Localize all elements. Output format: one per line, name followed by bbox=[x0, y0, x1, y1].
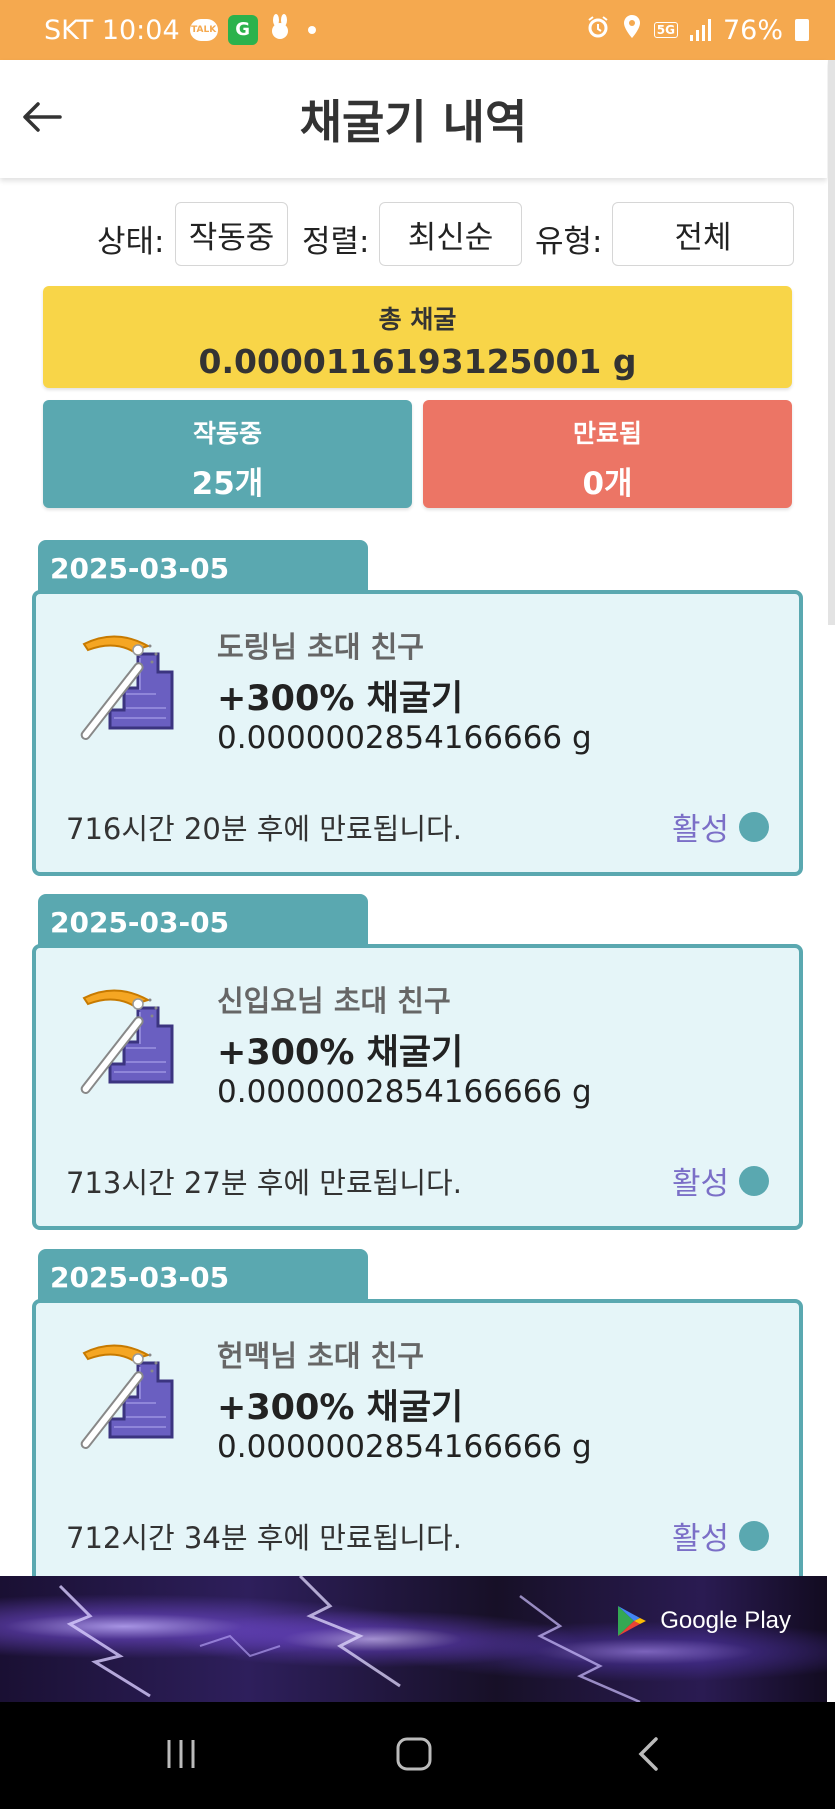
miner-name: +300% 채굴기 bbox=[217, 1388, 464, 1428]
miner-inviter: 헌맥님 초대 친구 bbox=[217, 1339, 424, 1373]
pickaxe-mine-icon bbox=[66, 1333, 186, 1453]
sort-filter-label: 정렬: bbox=[302, 224, 370, 260]
miner-card[interactable]: 신입요님 초대 친구 +300% 채굴기 0.0000002854166666 … bbox=[32, 944, 803, 1230]
status-dot-icon bbox=[739, 1520, 769, 1551]
pickaxe-mine-icon bbox=[66, 624, 186, 744]
filter-bar: 상태: 작동중 정렬: 최신순 유형: 전체 bbox=[0, 202, 827, 266]
signal-icon bbox=[689, 19, 711, 41]
status-filter-label: 상태: bbox=[97, 224, 165, 260]
battery-percent: 76% bbox=[722, 14, 783, 46]
miner-name: +300% 채굴기 bbox=[217, 679, 464, 719]
miner-expiry: 712시간 34분 후에 만료됩니다. bbox=[66, 1521, 462, 1555]
active-count-label: 작동중 bbox=[192, 419, 262, 448]
rabbit-icon bbox=[268, 14, 292, 46]
miner-status: 활성 bbox=[672, 804, 769, 849]
page-title: 채굴기 내역 bbox=[299, 95, 528, 149]
expired-count-box[interactable]: 만료됨 0개 bbox=[423, 400, 792, 508]
ad-banner[interactable]: Google Play bbox=[0, 1576, 827, 1702]
nav-back-icon[interactable] bbox=[636, 1736, 660, 1776]
home-icon[interactable] bbox=[395, 1736, 433, 1776]
miner-status-label: 활성 bbox=[671, 812, 729, 848]
miner-amount: 0.0000002854166666 g bbox=[217, 1074, 592, 1110]
pickaxe-mine-icon bbox=[66, 978, 186, 1098]
battery-icon bbox=[795, 19, 809, 41]
miner-amount: 0.0000002854166666 g bbox=[217, 720, 592, 756]
miner-name: +300% 채굴기 bbox=[217, 1033, 464, 1073]
miner-card[interactable]: 헌맥님 초대 친구 +300% 채굴기 0.0000002854166666 g… bbox=[32, 1299, 803, 1576]
notification-dot-icon bbox=[307, 26, 316, 34]
miner-inviter: 도링님 초대 친구 bbox=[217, 630, 424, 664]
recent-apps-icon[interactable] bbox=[163, 1736, 199, 1776]
miner-expiry: 716시간 20분 후에 만료됩니다. bbox=[66, 812, 462, 846]
status-dot-icon bbox=[739, 1165, 769, 1196]
scrollbar[interactable] bbox=[828, 60, 835, 625]
miner-status: 활성 bbox=[672, 1513, 769, 1558]
type-filter-label: 유형: bbox=[535, 224, 603, 260]
miner-card[interactable]: 도링님 초대 친구 +300% 채굴기 0.0000002854166666 g… bbox=[32, 590, 803, 876]
system-nav-bar bbox=[0, 1702, 835, 1809]
total-mining-box: 총 채굴 0.0000116193125001 g bbox=[43, 286, 792, 388]
sort-filter-select[interactable]: 최신순 bbox=[379, 202, 522, 266]
miner-status: 활성 bbox=[672, 1158, 769, 1203]
lightning-graphic bbox=[58, 1576, 641, 1702]
miner-item[interactable]: 2025-03-05 14:39:04 헌맥님 초대 친구 +300% 채굴기 … bbox=[32, 1249, 803, 1576]
total-mining-value: 0.0000116193125001 g bbox=[198, 342, 637, 381]
miner-status-label: 활성 bbox=[671, 1521, 729, 1557]
location-icon bbox=[622, 14, 642, 47]
network-5g-icon: 5G bbox=[653, 22, 678, 38]
miner-item[interactable]: 2025-03-05 18:25:03 도링님 초대 친구 +300% 채굴기 … bbox=[32, 540, 803, 876]
miner-inviter: 신입요님 초대 친구 bbox=[217, 984, 451, 1018]
google-play-icon bbox=[618, 1606, 647, 1636]
google-play-label: Google Play bbox=[660, 1607, 791, 1634]
kakaotalk-icon: TALK bbox=[189, 19, 218, 41]
miner-amount: 0.0000002854166666 g bbox=[217, 1429, 592, 1465]
miner-status-label: 활성 bbox=[671, 1166, 729, 1202]
status-carrier-time: SKT 10:04 bbox=[44, 14, 180, 46]
active-count-value: 25개 bbox=[191, 466, 264, 502]
miner-item[interactable]: 2025-03-05 15:31:49 신입요님 초대 친구 +300% 채굴기… bbox=[32, 894, 803, 1230]
expired-count-label: 만료됨 bbox=[572, 419, 642, 448]
status-dot-icon bbox=[739, 811, 769, 842]
status-bar: SKT 10:04 TALK G 5G 76% bbox=[0, 0, 835, 60]
expired-count-value: 0개 bbox=[582, 466, 633, 502]
app-header: 채굴기 내역 bbox=[0, 60, 827, 178]
type-filter-select[interactable]: 전체 bbox=[612, 202, 794, 266]
alarm-icon bbox=[586, 15, 610, 46]
total-mining-label: 총 채굴 bbox=[378, 305, 457, 334]
status-filter-select[interactable]: 작동중 bbox=[175, 202, 288, 266]
google-play-badge[interactable]: Google Play bbox=[616, 1604, 791, 1638]
g-app-icon: G bbox=[227, 15, 258, 45]
active-count-box[interactable]: 작동중 25개 bbox=[43, 400, 412, 508]
miner-expiry: 713시간 27분 후에 만료됩니다. bbox=[66, 1166, 462, 1200]
